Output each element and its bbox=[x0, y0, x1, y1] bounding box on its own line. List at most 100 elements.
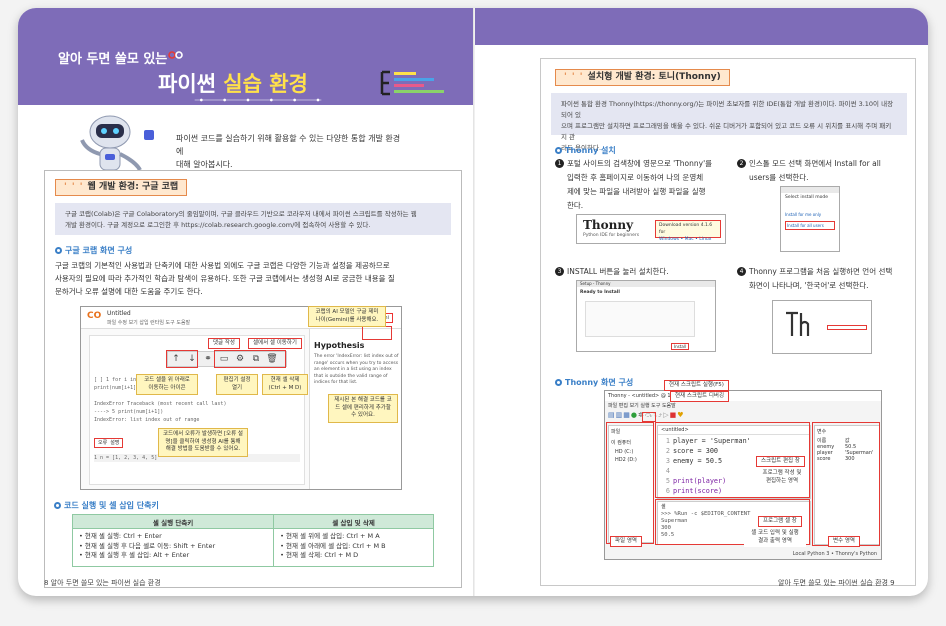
pill-vars: 변수 영역 bbox=[828, 536, 860, 547]
paragraph: 구글 코랩의 기본적인 사용법과 단축키에 대한 사용법 외에도 구글 코랩은 … bbox=[55, 259, 455, 298]
thonny-menubar[interactable]: 파일 편집 보기 실행 도구 도움말 bbox=[605, 401, 881, 411]
number-badge-icon: 1 bbox=[555, 159, 564, 168]
download-title: Download version 4.1.6 for bbox=[659, 223, 713, 235]
ring-icon bbox=[555, 379, 562, 386]
shortcut-item: • 현재 셀 실행: Ctrl + Enter bbox=[79, 532, 162, 540]
install-option-all[interactable]: Install for all users bbox=[785, 221, 835, 230]
number-badge-icon: 3 bbox=[555, 267, 564, 276]
page-title: 파이썬 실습 환경 bbox=[158, 68, 308, 98]
setup-ready: Ready to Install bbox=[580, 290, 620, 295]
table-cell: • 현재 셀 위에 셀 삽입: Ctrl + M A • 현재 셀 아래에 셀 … bbox=[273, 528, 434, 567]
setup-screenshot: Setup - Thonny Ready to Install Install bbox=[576, 280, 716, 352]
callout-shell-desc: 셸 코드 입력 및 실행 결과 출력 영역 bbox=[744, 528, 806, 547]
support-icon[interactable]: ♥ bbox=[677, 411, 684, 419]
highlight-box bbox=[642, 412, 656, 422]
thonny-logo: Thonny bbox=[583, 218, 634, 232]
subheading: Thonny 화면 구성 bbox=[555, 377, 633, 388]
subheading-label: 코드 실행 및 셀 삽입 단축키 bbox=[64, 501, 159, 510]
save-icon[interactable]: ▦ bbox=[623, 411, 631, 419]
subheading-label: Thonny 설치 bbox=[565, 146, 616, 155]
install-mode-title: Select install mode bbox=[785, 195, 828, 200]
step-line: 화면이 나타나며, '한국어'로 선택한다. bbox=[749, 281, 869, 290]
language-screenshot bbox=[772, 300, 872, 354]
key-icon bbox=[168, 51, 183, 59]
thonny-th-icon bbox=[786, 311, 810, 336]
shortcut-item: • 현재 셀 실행 후 다음 셀로 이동: Shift + Enter bbox=[79, 541, 216, 550]
footer-right: 알아 두면 쓸모 있는 파이썬 실습 환경 9 bbox=[778, 579, 895, 587]
ring-icon bbox=[55, 247, 62, 254]
section-tag: ' ' ' 웹 개발 환경: 구글 코랩 bbox=[55, 179, 188, 196]
step-line: INSTALL 버튼을 눌러 설치한다. bbox=[567, 267, 669, 276]
footer-left: 8 알아 두면 쓸모 있는 파이썬 실습 환경 bbox=[44, 579, 161, 587]
highlight-box bbox=[166, 350, 198, 368]
number-badge-icon: 2 bbox=[737, 159, 746, 168]
callout-delete: 현재 셀 삭제 (Ctrl + M D) bbox=[262, 374, 308, 395]
thonny-titlebar: Thonny - <untitled> @ 1:1 bbox=[605, 391, 881, 401]
colab-file-title[interactable]: Untitled bbox=[107, 310, 131, 317]
ring-icon bbox=[555, 147, 562, 154]
shortcut-item: • 현재 셀 아래에 셀 삽입: Ctrl + M B bbox=[280, 541, 386, 550]
para-line: 구글 코랩의 기본적인 사용법과 단축키에 대한 사용법 외에도 구글 코랩은 … bbox=[55, 261, 390, 270]
step-line: Thonny 프로그램을 처음 실행하면 언어 선택 bbox=[749, 267, 893, 276]
install-option-me[interactable]: Install for me only bbox=[781, 202, 839, 219]
section-tag-label: 설치형 개발 환경: 토니(Thonny) bbox=[587, 72, 721, 82]
pill-files: 파일 영역 bbox=[610, 536, 642, 547]
new-file-icon[interactable]: ▤ bbox=[608, 411, 616, 419]
info-line: 개발 환경이다. 구글 계정으로 로그인한 후 https://colab.re… bbox=[65, 221, 371, 229]
step-4: 4 Thonny 프로그램을 처음 실행하면 언어 선택 화면이 나타나며, '한… bbox=[737, 265, 913, 293]
highlight-box bbox=[606, 422, 654, 544]
download-link[interactable]: Download version 4.1.6 for Windows • Mac… bbox=[655, 220, 721, 242]
callout-move: 코드 셀을 위 아래로 이동하는 아이콘 bbox=[136, 374, 198, 395]
step-line: 인스톨 모드 선택 화면에서 Install for all bbox=[749, 159, 881, 168]
pill-run: 현재 스크립트 실행(F5) bbox=[664, 380, 729, 391]
title-dots-line bbox=[194, 98, 322, 102]
hypothesis-title: Hypothesis bbox=[314, 341, 365, 350]
subheading: 구글 코랩 화면 구성 bbox=[55, 245, 132, 256]
step-line: 포털 사이트의 검색창에 영문으로 'Thonny'를 bbox=[567, 159, 713, 168]
section-tag-label: 웹 개발 환경: 구글 코랩 bbox=[87, 182, 179, 192]
step-line: users를 선택한다. bbox=[749, 173, 809, 182]
step-3: 3 INSTALL 버튼을 눌러 설치한다. bbox=[555, 265, 737, 279]
colab-menu[interactable]: 파일 수정 보기 삽입 런타임 도구 도움말 bbox=[107, 319, 190, 326]
page-gutter bbox=[473, 8, 475, 596]
intro-line: 파이썬 코드를 실습하기 위해 활용할 수 있는 다양한 통합 개발 환경에 bbox=[176, 134, 401, 156]
banner-background-right bbox=[473, 8, 928, 45]
pill-debug: 현재 스크립트 디버깅 bbox=[670, 391, 730, 402]
highlight-box bbox=[214, 350, 286, 368]
subheading: Thonny 설치 bbox=[555, 145, 616, 156]
install-button[interactable]: Install bbox=[671, 343, 689, 350]
colab-logo-icon: CO bbox=[87, 311, 102, 321]
e-logo-icon bbox=[380, 70, 444, 96]
ring-icon bbox=[54, 502, 61, 509]
shortcut-table: 셀 실행 단축키 셀 삽입 및 삭제 • 현재 셀 실행: Ctrl + Ent… bbox=[71, 514, 434, 567]
highlight-box bbox=[812, 422, 880, 546]
code-line: IndexError: list index out of range bbox=[94, 417, 200, 423]
step-line: 입력한 후 홈페이지로 이동하여 나의 운영체 bbox=[567, 173, 704, 182]
shortcut-item: • 현재 셀 삭제: Ctrl + M D bbox=[280, 551, 359, 559]
book-spread: 알아 두면 쓸모 있는 파이썬 실습 환경 파이썬 코드를 실습하기 위해 활용… bbox=[18, 8, 928, 596]
hypothesis-text: The error 'IndexError: list index out of… bbox=[314, 354, 399, 385]
thonny-logo-sub: Python IDE for beginners bbox=[583, 233, 640, 238]
download-os: Windows • Mac • Linux bbox=[659, 237, 712, 242]
status-bar: Local Python 3 • Thonny's Python bbox=[792, 551, 877, 557]
highlight-box bbox=[362, 326, 392, 340]
callout-error: 코드에서 오류가 발생하면 [오류 설명]을 클릭하여 생성형 AI를 통해 해… bbox=[158, 428, 248, 457]
run-icon[interactable]: ● bbox=[631, 411, 638, 419]
para-line: 사용자의 필요에 따라 추가적인 학습과 탐색이 유용하다. 또한 구글 코랩에… bbox=[55, 274, 395, 283]
table-header: 셀 실행 단축키 bbox=[71, 514, 275, 529]
info-line: 으며 프로그램만 설치하면 프로그래밍을 배울 수 있다. 쉬운 디버거가 포함… bbox=[561, 122, 892, 141]
error-explain-button[interactable]: 오류 설명 bbox=[94, 438, 124, 448]
pill-shell: 프로그램 셸 창 bbox=[758, 516, 802, 527]
step-1: 1 포털 사이트의 검색창에 영문으로 'Thonny'를 입력한 후 홈페이지로… bbox=[555, 157, 737, 213]
info-line: 구글 코랩(Colab)은 구글 Colaboratory의 줄임말이며, 구글… bbox=[65, 210, 417, 218]
code-line: IndexError Traceback (most recent call l… bbox=[94, 401, 227, 407]
callout-gemini: 코랩의 AI 모델인 구글 제미나이(Gemini)를 사용해요. bbox=[308, 306, 386, 327]
title-prefix: 파이썬 bbox=[158, 72, 224, 96]
intro-text: 파이썬 코드를 실습하기 위해 활용할 수 있는 다양한 통합 개발 환경에 대… bbox=[176, 132, 406, 171]
table-cell: • 현재 셀 실행: Ctrl + Enter • 현재 셀 실행 후 다음 셀… bbox=[71, 528, 275, 567]
pill-editor: 스크립트 편집 창 bbox=[756, 456, 805, 467]
info-line: 파이썬 통합 환경 Thonny(https://thonny.org/)는 파… bbox=[561, 100, 894, 119]
info-box: 파이썬 통합 환경 Thonny(https://thonny.org/)는 파… bbox=[551, 93, 907, 152]
step-2: 2 인스톨 모드 선택 화면에서 Install for all users를 선… bbox=[737, 157, 913, 185]
install-mode-screenshot: Select install mode Install for me only … bbox=[780, 186, 840, 252]
